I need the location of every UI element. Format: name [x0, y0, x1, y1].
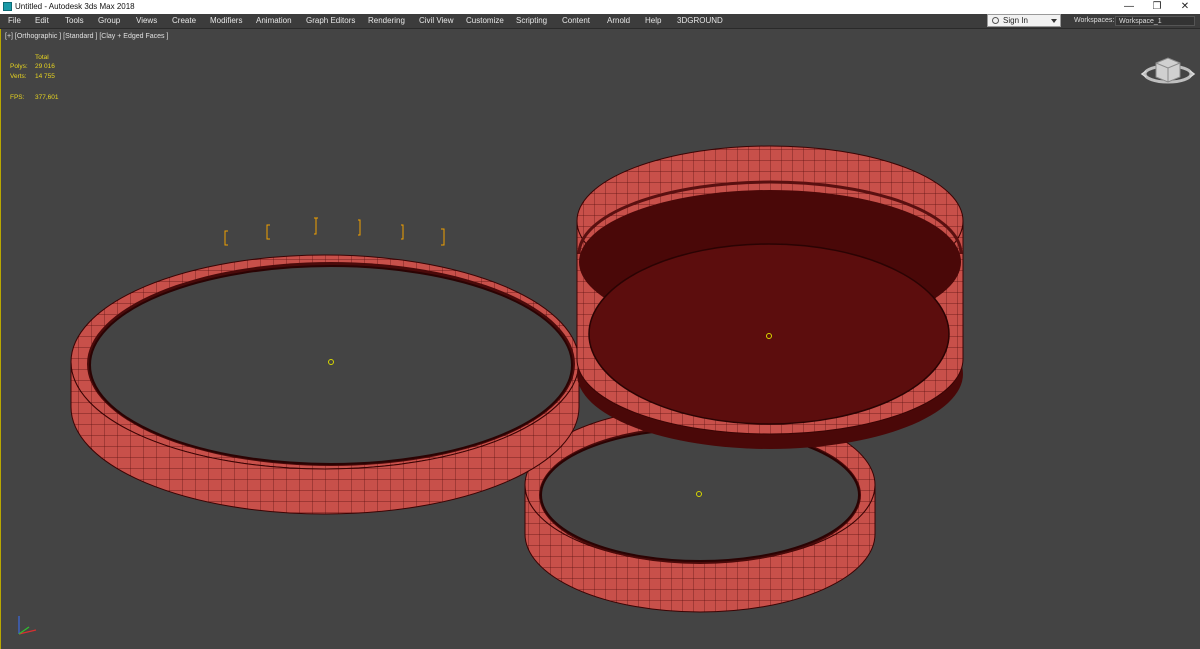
workspace-selector[interactable]: Workspace_1 [1115, 16, 1195, 26]
sign-in-dropdown[interactable]: Sign In [987, 14, 1061, 27]
menu-content[interactable]: Content [562, 14, 590, 28]
window-title: Untitled - Autodesk 3ds Max 2018 [15, 2, 135, 11]
menu-modifiers[interactable]: Modifiers [210, 14, 242, 28]
close-button[interactable]: ✕ [1171, 0, 1199, 14]
sign-in-label: Sign In [1003, 16, 1028, 25]
selection-brackets [224, 217, 445, 246]
menu-edit[interactable]: Edit [35, 14, 49, 28]
menu-graph-editors[interactable]: Graph Editors [306, 14, 355, 28]
menu-file[interactable]: File [8, 14, 21, 28]
workspaces-label: Workspaces: [1074, 17, 1115, 24]
menu-create[interactable]: Create [172, 14, 196, 28]
menu-animation[interactable]: Animation [256, 14, 292, 28]
user-icon [992, 17, 999, 24]
menu-help[interactable]: Help [645, 14, 661, 28]
chevron-down-icon [1051, 19, 1057, 23]
menu-tools[interactable]: Tools [65, 14, 84, 28]
viewcube-icon[interactable] [1140, 57, 1196, 84]
restore-button[interactable]: ❐ [1143, 0, 1171, 14]
viewport-orthographic[interactable]: [+] [Orthographic ] [Standard ] [Clay + … [0, 29, 1200, 649]
menu-civil-view[interactable]: Civil View [419, 14, 454, 28]
title-bar: Untitled - Autodesk 3ds Max 2018 — ❐ ✕ [0, 0, 1200, 14]
menu-rendering[interactable]: Rendering [368, 14, 405, 28]
app-icon [3, 2, 12, 11]
large-ring-mesh[interactable] [70, 217, 580, 515]
menu-views[interactable]: Views [136, 14, 157, 28]
axis-tripod-icon [18, 616, 37, 635]
menu-customize[interactable]: Customize [466, 14, 504, 28]
menu-arnold[interactable]: Arnold [607, 14, 630, 28]
menu-3dground[interactable]: 3DGROUND [677, 14, 723, 28]
minimize-button[interactable]: — [1115, 0, 1143, 14]
menu-scripting[interactable]: Scripting [516, 14, 547, 28]
cylinder-mesh[interactable] [576, 145, 964, 449]
menu-group[interactable]: Group [98, 14, 120, 28]
scene-canvas [18, 57, 1196, 635]
